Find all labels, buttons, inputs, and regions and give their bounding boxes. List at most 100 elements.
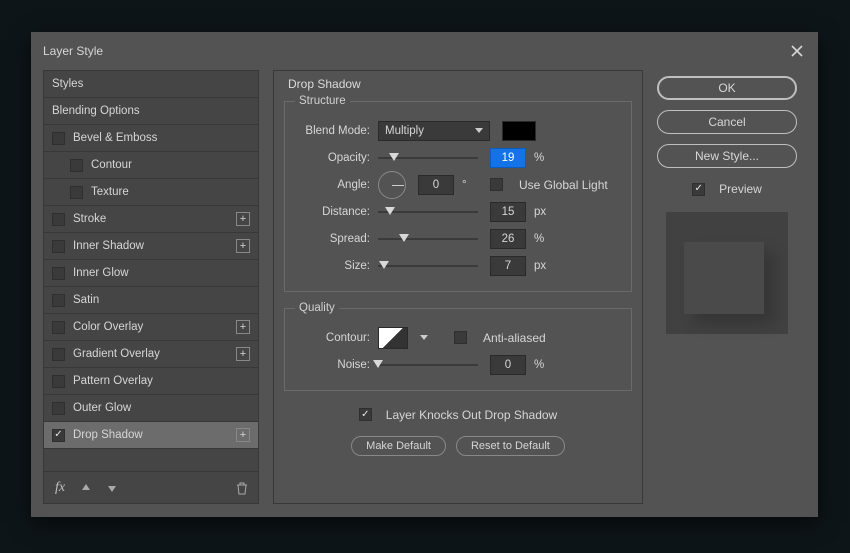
styles-row-pattern-overlay[interactable]: Pattern Overlay	[44, 368, 258, 395]
styles-row-inner-shadow[interactable]: Inner Shadow +	[44, 233, 258, 260]
styles-row-inner-glow[interactable]: Inner Glow	[44, 260, 258, 287]
quality-legend: Quality	[295, 302, 339, 314]
add-effect-icon[interactable]: +	[236, 428, 250, 442]
arrow-up-icon[interactable]	[78, 480, 94, 496]
layer-knocks-out-checkbox[interactable]	[359, 408, 372, 421]
spread-unit: %	[534, 233, 554, 245]
slider-thumb[interactable]	[385, 207, 395, 215]
style-label: Blending Options	[52, 105, 140, 117]
styles-row-texture[interactable]: Texture	[44, 179, 258, 206]
style-checkbox[interactable]	[52, 267, 65, 280]
drop-shadow-panel: Drop Shadow Structure Blend Mode: Multip…	[273, 70, 643, 504]
size-value[interactable]: 7	[490, 256, 526, 276]
opacity-unit: %	[534, 152, 554, 164]
style-checkbox[interactable]	[52, 429, 65, 442]
add-effect-icon[interactable]: +	[236, 239, 250, 253]
styles-row-bevel-emboss[interactable]: Bevel & Emboss	[44, 125, 258, 152]
blend-mode-label: Blend Mode:	[295, 125, 370, 137]
style-label: Satin	[73, 294, 99, 306]
angle-label: Angle:	[295, 179, 370, 191]
style-label: Contour	[91, 159, 132, 171]
new-style-button[interactable]: New Style...	[657, 144, 797, 168]
arrow-down-icon[interactable]	[104, 480, 120, 496]
style-checkbox[interactable]	[52, 321, 65, 334]
chevron-down-icon	[420, 335, 428, 340]
style-label: Texture	[91, 186, 129, 198]
fx-icon[interactable]: fx	[52, 480, 68, 496]
distance-slider[interactable]	[378, 211, 478, 213]
reset-to-default-button[interactable]: Reset to Default	[456, 436, 565, 456]
add-effect-icon[interactable]: +	[236, 212, 250, 226]
style-label: Gradient Overlay	[73, 348, 160, 360]
styles-row-stroke[interactable]: Stroke +	[44, 206, 258, 233]
ok-button[interactable]: OK	[657, 76, 797, 100]
use-global-light-label: Use Global Light	[519, 178, 608, 192]
titlebar: Layer Style	[31, 32, 818, 70]
style-label: Inner Glow	[73, 267, 129, 279]
slider-thumb[interactable]	[399, 234, 409, 242]
add-effect-icon[interactable]: +	[236, 347, 250, 361]
shadow-color-swatch[interactable]	[502, 121, 536, 141]
style-checkbox[interactable]	[52, 294, 65, 307]
styles-row-drop-shadow[interactable]: Drop Shadow +	[44, 422, 258, 449]
styles-row-styles[interactable]: Styles	[44, 71, 258, 98]
contour-label: Contour:	[295, 332, 370, 344]
distance-unit: px	[534, 206, 554, 218]
size-slider[interactable]	[378, 265, 478, 267]
style-checkbox[interactable]	[52, 132, 65, 145]
add-effect-icon[interactable]: +	[236, 320, 250, 334]
style-checkbox[interactable]	[52, 213, 65, 226]
size-label: Size:	[295, 260, 370, 272]
style-checkbox[interactable]	[52, 240, 65, 253]
styles-row-color-overlay[interactable]: Color Overlay+	[44, 314, 258, 341]
style-checkbox[interactable]	[52, 375, 65, 388]
style-checkbox[interactable]	[70, 186, 83, 199]
styles-row-outer-glow[interactable]: Outer Glow	[44, 395, 258, 422]
angle-dial[interactable]	[378, 171, 406, 199]
structure-legend: Structure	[295, 95, 350, 107]
style-label: Stroke	[73, 213, 106, 225]
styles-row-satin[interactable]: Satin	[44, 287, 258, 314]
antialiased-checkbox[interactable]	[454, 331, 467, 344]
spread-value[interactable]: 26	[490, 229, 526, 249]
style-checkbox[interactable]	[52, 402, 65, 415]
use-global-light-checkbox[interactable]	[490, 178, 503, 191]
layer-knocks-out-label: Layer Knocks Out Drop Shadow	[386, 408, 557, 422]
trash-icon[interactable]	[234, 480, 250, 496]
opacity-slider[interactable]	[378, 157, 478, 159]
distance-value[interactable]: 15	[490, 202, 526, 222]
dialog-right-column: OK Cancel New Style... Preview	[657, 70, 797, 504]
cancel-button[interactable]: Cancel	[657, 110, 797, 134]
style-label: Drop Shadow	[73, 429, 143, 441]
blend-mode-value: Multiply	[385, 125, 424, 137]
styles-row-contour[interactable]: Contour	[44, 152, 258, 179]
noise-label: Noise:	[295, 359, 370, 371]
slider-thumb[interactable]	[379, 261, 389, 269]
opacity-value[interactable]: 19	[490, 148, 526, 168]
noise-value[interactable]: 0	[490, 355, 526, 375]
styles-row-gradient-overlay[interactable]: Gradient Overlay +	[44, 341, 258, 368]
contour-picker[interactable]	[378, 327, 408, 349]
close-icon[interactable]	[788, 42, 806, 60]
angle-value[interactable]: 0	[418, 175, 454, 195]
slider-thumb[interactable]	[389, 153, 399, 161]
styles-list-footer: fx	[44, 471, 258, 503]
blend-mode-dropdown[interactable]: Multiply	[378, 121, 490, 141]
styles-row-blending-options[interactable]: Blending Options	[44, 98, 258, 125]
style-label: Outer Glow	[73, 402, 131, 414]
spread-label: Spread:	[295, 233, 370, 245]
make-default-button[interactable]: Make Default	[351, 436, 446, 456]
slider-thumb[interactable]	[373, 360, 383, 368]
style-label: Inner Shadow	[73, 240, 144, 252]
style-checkbox[interactable]	[52, 348, 65, 361]
spread-slider[interactable]	[378, 238, 478, 240]
noise-slider[interactable]	[378, 364, 478, 366]
antialiased-label: Anti-aliased	[483, 331, 546, 345]
chevron-down-icon	[475, 128, 483, 133]
style-checkbox[interactable]	[70, 159, 83, 172]
distance-label: Distance:	[295, 206, 370, 218]
preview-thumbnail	[666, 212, 788, 334]
dialog-title: Layer Style	[43, 44, 788, 58]
preview-checkbox[interactable]	[692, 183, 705, 196]
contour-dropdown[interactable]	[416, 327, 428, 349]
